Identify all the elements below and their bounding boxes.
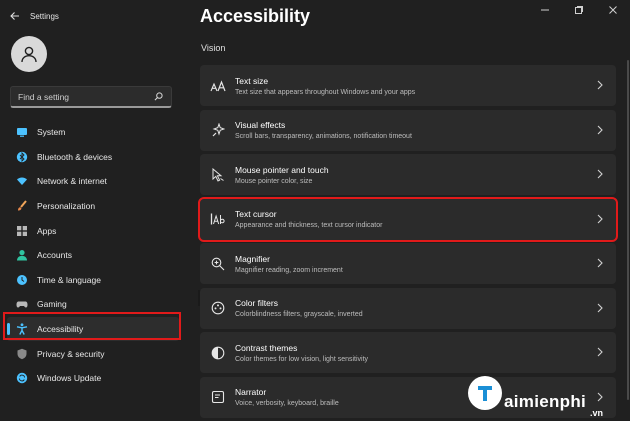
sidebar-item-privacy-security[interactable]: Privacy & security: [7, 341, 179, 366]
accessibility-icon: [15, 322, 29, 336]
card-title: Text cursor: [235, 209, 277, 219]
sidebar-item-accounts[interactable]: Accounts: [7, 243, 179, 268]
sidebar-nav: System Bluetooth & devices Network & int…: [7, 120, 179, 391]
bluetooth-icon: [15, 150, 29, 164]
chevron-right-icon: [596, 391, 604, 403]
card-title: Narrator: [235, 387, 267, 397]
magnifier-icon: [209, 255, 227, 273]
card-title: Text size: [235, 75, 269, 86]
sidebar-item-personalization[interactable]: Personalization: [7, 194, 179, 219]
card-title: Magnifier: [235, 253, 270, 264]
brush-icon: [15, 199, 29, 213]
titlebar: Settings: [10, 8, 59, 24]
sidebar-item-bluetooth[interactable]: Bluetooth & devices: [7, 145, 179, 170]
card-magnifier[interactable]: Magnifier Magnifier reading, zoom increm…: [200, 243, 616, 284]
settings-card-list: Text size Text size that appears through…: [198, 65, 618, 421]
back-arrow-icon[interactable]: [10, 10, 20, 22]
scrollbar[interactable]: [627, 60, 629, 400]
watermark-text: aimienphi: [504, 392, 587, 411]
sparkle-icon: [209, 121, 227, 139]
card-subtitle: Text size that appears throughout Window…: [235, 88, 416, 96]
card-title: Visual effects: [235, 120, 286, 130]
section-title-vision: Vision: [201, 43, 226, 53]
watermark-suffix: .vn: [590, 408, 604, 418]
card-text-size[interactable]: Text size Text size that appears through…: [200, 65, 616, 106]
watermark: aimienphi .vn: [468, 376, 603, 418]
window-controls: [528, 0, 630, 20]
card-visual-effects[interactable]: Visual effects Scroll bars, transparency…: [200, 109, 616, 151]
app-title: Settings: [30, 11, 59, 21]
card-text-cursor[interactable]: Text cursor Appearance and thickness, te…: [198, 196, 618, 242]
page-title: Accessibility: [200, 6, 311, 26]
card-title: Color filters: [235, 298, 278, 308]
sidebar-item-system[interactable]: System: [7, 120, 179, 145]
sidebar-item-gaming[interactable]: Gaming: [7, 292, 179, 317]
accounts-icon: [15, 248, 29, 262]
maximize-icon[interactable]: [562, 0, 596, 20]
wifi-icon: [15, 174, 29, 188]
search-box[interactable]: [10, 86, 172, 108]
card-color-filters[interactable]: Color filters Colorblindness filters, gr…: [200, 287, 616, 329]
chevron-right-icon: [596, 79, 604, 91]
sidebar-item-network[interactable]: Network & internet: [7, 169, 179, 194]
chevron-right-icon: [596, 346, 604, 358]
card-subtitle: Appearance and thickness, text cursor in…: [235, 222, 383, 229]
card-subtitle: Magnifier reading, zoom increment: [235, 266, 343, 274]
card-title: Contrast themes: [235, 342, 298, 353]
shield-icon: [15, 347, 29, 361]
close-icon[interactable]: [596, 0, 630, 20]
contrast-icon: [209, 344, 227, 362]
system-icon: [15, 125, 29, 139]
chevron-right-icon: [596, 168, 604, 180]
globe-clock-icon: [15, 273, 29, 287]
card-subtitle: Colorblindness filters, grayscale, inver…: [235, 311, 363, 318]
mouse-pointer-icon: [209, 166, 227, 184]
card-subtitle: Voice, verbosity, keyboard, braille: [235, 400, 339, 407]
search-icon[interactable]: [154, 88, 163, 106]
update-icon: [15, 371, 29, 385]
chevron-right-icon: [596, 213, 604, 225]
search-input[interactable]: [18, 91, 138, 102]
text-size-icon: [209, 77, 227, 95]
minimize-icon[interactable]: [528, 0, 562, 20]
color-filter-icon: [209, 299, 227, 317]
chevron-right-icon: [596, 302, 604, 314]
narrator-icon: [209, 388, 227, 406]
card-contrast-themes[interactable]: Contrast themes Color themes for low vis…: [200, 332, 616, 373]
sidebar-item-time-language[interactable]: Time & language: [7, 268, 179, 293]
sidebar-item-apps[interactable]: Apps: [7, 218, 179, 243]
card-title: Mouse pointer and touch: [235, 164, 329, 175]
avatar[interactable]: [11, 36, 47, 72]
sidebar-item-accessibility[interactable]: Accessibility: [7, 316, 179, 342]
chevron-right-icon: [596, 124, 604, 136]
chevron-right-icon: [596, 257, 604, 269]
card-subtitle: Color themes for low vision, light sensi…: [235, 355, 369, 363]
card-mouse-pointer[interactable]: Mouse pointer and touch Mouse pointer co…: [200, 154, 616, 195]
sidebar-item-windows-update[interactable]: Windows Update: [7, 366, 179, 391]
card-subtitle: Scroll bars, transparency, animations, n…: [235, 133, 412, 140]
watermark-logo-icon: [468, 376, 502, 410]
card-subtitle: Mouse pointer color, size: [235, 177, 313, 185]
text-cursor-icon: [209, 210, 227, 228]
gamepad-icon: [15, 297, 29, 311]
user-icon: [21, 46, 37, 63]
apps-icon: [15, 224, 29, 238]
